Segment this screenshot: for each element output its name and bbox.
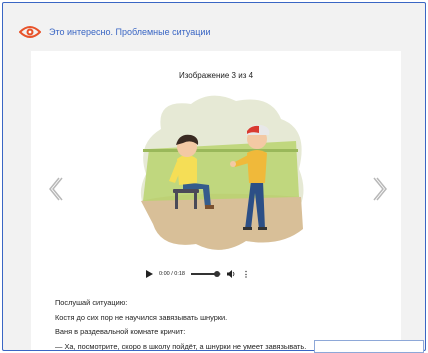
audio-player: 0:00 / 0:18 ⋮ [145,263,275,285]
situation-illustration [140,95,304,250]
audio-progress-fill [191,273,217,275]
text-line: Костя до сих пор не научился завязывать … [55,312,228,322]
image-counter: Изображение 3 из 4 [178,71,254,80]
eye-icon [19,26,41,38]
image-card: Изображение 3 из 4 0:00 / 0:18 ⋮ Послуша… [31,51,401,351]
text-line: Ваня в раздевальной комнате кричит: [55,327,186,336]
volume-icon[interactable] [227,270,236,278]
situation-text: Послушай ситуацию: Костя до сих пор не н… [55,296,307,351]
play-icon[interactable] [145,270,153,278]
audio-progress-track[interactable] [191,271,221,277]
section-header: Это интересно. Проблемные ситуации [11,17,417,47]
audio-progress-knob[interactable] [213,271,220,277]
chevron-right-icon[interactable] [373,176,389,202]
text-line: — Ха, посмотрите, скоро в школу пойдёт, … [55,341,307,351]
audio-time: 0:00 / 0:18 [159,271,185,277]
chevron-left-icon[interactable] [47,176,63,202]
content-frame: Это интересно. Проблемные ситуации Изобр… [2,2,426,351]
text-line: Послушай ситуацию: [55,298,128,307]
section-title: Это интересно. Проблемные ситуации [49,27,211,37]
more-vertical-icon[interactable]: ⋮ [242,270,250,279]
selection-box [314,340,424,353]
